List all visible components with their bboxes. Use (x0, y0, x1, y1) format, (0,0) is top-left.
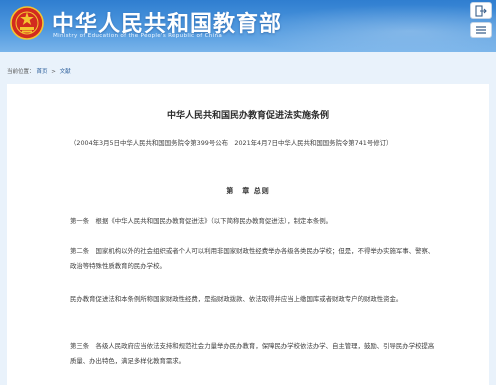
breadcrumb-label: 当前位置： (7, 69, 35, 75)
menu-button[interactable] (470, 22, 492, 38)
breadcrumb-home-link[interactable]: 首页 (37, 69, 48, 75)
article-preamble: （2004年3月5日中华人民共和国国务院令第399号公布 2021年4月7日中华… (70, 139, 393, 147)
exit-icon (475, 4, 487, 17)
breadcrumb-separator: > (51, 69, 56, 75)
article-title: 中华人民共和国民办教育促进法实施条例 (166, 111, 329, 121)
site-subtitle: Ministry of Education of the People's Re… (53, 33, 223, 39)
national-emblem-icon[interactable] (10, 6, 44, 40)
chapter-heading: 第 章 总则 (226, 187, 270, 195)
site-header: 中华人民共和国教育部 Ministry of Education of the … (0, 0, 496, 52)
article-paragraph: 第一条 根据《中华人民共和国民办教育促进法》（以下简称民办教育促进法），制定本条… (70, 217, 333, 225)
article-paragraph: 第三条 各级人民政府应当依法支持和规范社会力量举办民办教育，保障民办学校依法办学… (70, 342, 435, 365)
menu-icon (476, 26, 486, 34)
exit-button[interactable] (470, 2, 492, 19)
article-paragraph: 第二条 国家机构以外的社会组织或者个人可以利用非国家财政性经费举办各级各类民办学… (70, 247, 435, 270)
breadcrumb-section-link[interactable]: 文献 (60, 69, 71, 75)
breadcrumb: 当前位置： 首页 > 文献 (7, 67, 73, 75)
article-card: 中华人民共和国民办教育促进法实施条例 （2004年3月5日中华人民共和国国务院令… (7, 84, 489, 385)
article-paragraph: 民办教育促进法和本条例所称国家财政性经费，是指财政拨款、依法取得并应当上缴国库或… (70, 295, 403, 303)
